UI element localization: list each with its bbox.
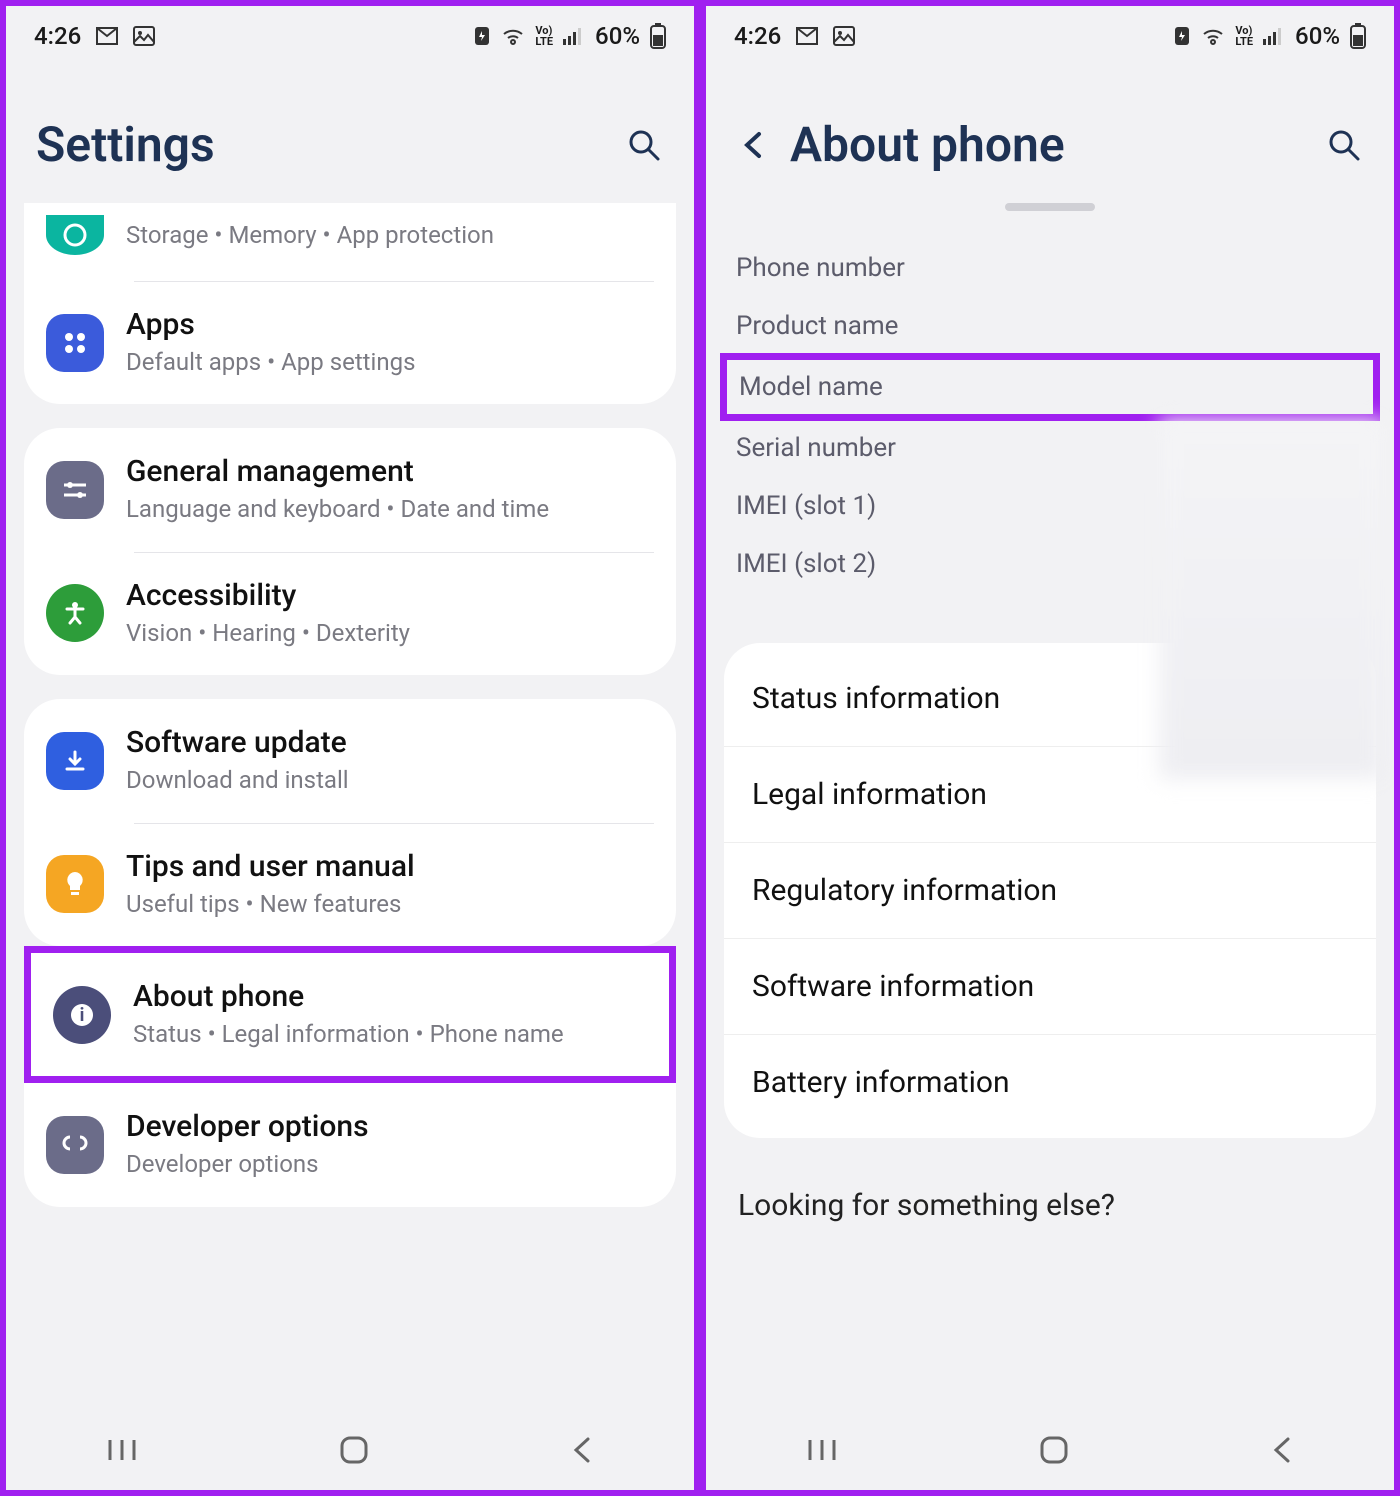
row-subtitle: Status • Legal information • Phone name xyxy=(133,1018,647,1050)
footer-question: Looking for something else? xyxy=(706,1158,1394,1283)
row-title: About phone xyxy=(133,979,647,1014)
settings-group: Storage • Memory • App protection Apps D… xyxy=(24,203,676,404)
search-button[interactable] xyxy=(624,125,664,165)
developer-options-icon xyxy=(46,1116,104,1174)
gmail-icon xyxy=(95,26,119,46)
settings-row-device-care[interactable]: Storage • Memory • App protection xyxy=(24,203,676,281)
redacted-values xyxy=(1159,419,1384,779)
settings-row-developer-options[interactable]: Developer options Developer options xyxy=(24,1083,676,1206)
list-item-software[interactable]: Software information xyxy=(724,939,1376,1035)
recents-button[interactable] xyxy=(106,1437,138,1463)
settings-group: Software update Download and install Tip… xyxy=(24,699,676,946)
drag-handle[interactable] xyxy=(1005,203,1095,211)
back-button[interactable] xyxy=(570,1435,594,1465)
wifi-icon xyxy=(1201,26,1225,46)
row-title: Apps xyxy=(126,307,654,342)
row-title: Developer options xyxy=(126,1109,654,1144)
row-subtitle: Download and install xyxy=(126,764,654,796)
row-title: Tips and user manual xyxy=(126,849,654,884)
search-button[interactable] xyxy=(1324,125,1364,165)
status-time: 4:26 xyxy=(34,22,81,50)
software-update-icon xyxy=(46,732,104,790)
volte-icon: Vo)LTE xyxy=(535,25,553,47)
volte-icon: Vo)LTE xyxy=(1235,25,1253,47)
row-subtitle: Language and keyboard • Date and time xyxy=(126,493,654,525)
svg-text:i: i xyxy=(80,1005,85,1026)
row-title: Software update xyxy=(126,725,654,760)
settings-row-software-update[interactable]: Software update Download and install xyxy=(24,699,676,822)
wifi-icon xyxy=(501,26,525,46)
image-icon xyxy=(833,26,855,46)
list-item-regulatory[interactable]: Regulatory information xyxy=(724,843,1376,939)
settings-row-about-phone[interactable]: i About phone Status • Legal information… xyxy=(31,953,669,1076)
signal-icon xyxy=(1263,27,1285,45)
info-row-model-name[interactable]: Model name xyxy=(720,353,1380,421)
row-subtitle: Useful tips • New features xyxy=(126,888,654,920)
row-subtitle: Storage • Memory • App protection xyxy=(126,219,654,251)
settings-row-tips[interactable]: Tips and user manual Useful tips • New f… xyxy=(24,823,676,946)
home-button[interactable] xyxy=(339,1435,369,1465)
battery-saver-icon xyxy=(473,25,491,47)
page-title: Settings xyxy=(36,116,604,173)
status-time: 4:26 xyxy=(734,22,781,50)
tips-icon xyxy=(46,855,104,913)
settings-header: Settings xyxy=(6,66,694,203)
back-button[interactable] xyxy=(1270,1435,1294,1465)
phone-screen-about: 4:26 Vo)LTE 60% About phone Phone number… xyxy=(700,0,1400,1496)
info-row-product-name[interactable]: Product name xyxy=(736,297,1364,355)
settings-group: Developer options Developer options xyxy=(24,1083,676,1206)
row-subtitle: Developer options xyxy=(126,1148,654,1180)
about-phone-icon: i xyxy=(53,986,111,1044)
battery-percent: 60% xyxy=(1295,22,1340,50)
settings-row-general-management[interactable]: General management Language and keyboard… xyxy=(24,428,676,551)
signal-icon xyxy=(563,27,585,45)
settings-row-apps[interactable]: Apps Default apps • App settings xyxy=(24,281,676,404)
about-header: About phone xyxy=(706,66,1394,203)
row-title: General management xyxy=(126,454,654,489)
phone-screen-settings: 4:26 Vo)LTE 60% Settings xyxy=(0,0,700,1496)
list-item-battery[interactable]: Battery information xyxy=(724,1035,1376,1130)
battery-icon xyxy=(1350,23,1366,49)
battery-icon xyxy=(650,23,666,49)
back-button[interactable] xyxy=(736,128,770,162)
battery-percent: 60% xyxy=(595,22,640,50)
navigation-bar xyxy=(706,1410,1394,1490)
battery-saver-icon xyxy=(1173,25,1191,47)
gmail-icon xyxy=(795,26,819,46)
device-care-icon xyxy=(46,215,104,255)
home-button[interactable] xyxy=(1039,1435,1069,1465)
row-subtitle: Vision • Hearing • Dexterity xyxy=(126,617,654,649)
navigation-bar xyxy=(6,1410,694,1490)
settings-group: General management Language and keyboard… xyxy=(24,428,676,675)
recents-button[interactable] xyxy=(806,1437,838,1463)
status-bar: 4:26 Vo)LTE 60% xyxy=(6,6,694,66)
apps-icon xyxy=(46,314,104,372)
general-management-icon xyxy=(46,461,104,519)
status-bar: 4:26 Vo)LTE 60% xyxy=(706,6,1394,66)
highlight-about-phone: i About phone Status • Legal information… xyxy=(24,946,676,1083)
page-title: About phone xyxy=(790,116,1304,173)
settings-row-accessibility[interactable]: Accessibility Vision • Hearing • Dexteri… xyxy=(24,552,676,675)
row-title: Accessibility xyxy=(126,578,654,613)
accessibility-icon xyxy=(46,584,104,642)
row-subtitle: Default apps • App settings xyxy=(126,346,654,378)
image-icon xyxy=(133,26,155,46)
info-row-phone-number[interactable]: Phone number xyxy=(736,239,1364,297)
